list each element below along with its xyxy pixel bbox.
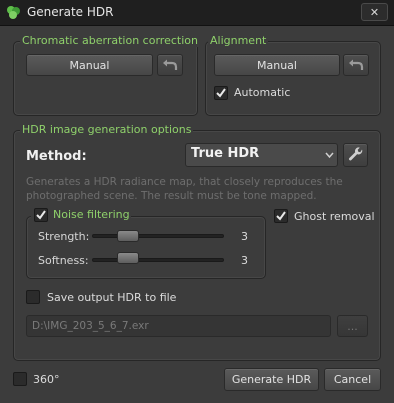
softness-slider-track[interactable] [92, 258, 224, 262]
method-settings-button[interactable] [343, 143, 368, 167]
softness-value: 3 [241, 254, 248, 267]
chromatic-undo-button[interactable] [157, 54, 183, 76]
automatic-label: Automatic [234, 86, 291, 99]
method-label: Method: [26, 149, 87, 164]
window-title: Generate HDR [27, 5, 114, 19]
check-icon [216, 88, 226, 98]
alignment-manual-button[interactable]: Manual [214, 54, 340, 76]
ghost-removal-checkbox[interactable] [274, 209, 288, 223]
softness-label: Softness: [38, 254, 89, 267]
cancel-label: Cancel [333, 373, 372, 386]
generate-hdr-label: Generate HDR [231, 373, 312, 386]
chromatic-manual-label: Manual [69, 58, 110, 72]
ghost-removal-label: Ghost removal [294, 210, 375, 223]
close-icon: ✕ [369, 5, 380, 19]
browse-button-label: ... [347, 319, 358, 333]
noise-filtering-checkbox[interactable] [34, 208, 48, 222]
method-select-value: True HDR [191, 146, 260, 161]
alignment-undo-button[interactable] [343, 54, 369, 76]
alignment-group [205, 41, 381, 116]
output-path-field[interactable]: D:\IMG_203_5_6_7.exr [26, 315, 331, 337]
chromatic-group-title: Chromatic aberration correction [20, 34, 200, 47]
alignment-manual-label: Manual [257, 58, 297, 72]
chromatic-group [13, 41, 198, 116]
save-output-label: Save output HDR to file [47, 291, 177, 304]
close-button[interactable]: ✕ [361, 3, 388, 21]
cancel-button[interactable]: Cancel [324, 368, 381, 391]
noise-filtering-title: Noise filtering [53, 208, 130, 221]
generate-hdr-button[interactable]: Generate HDR [224, 368, 319, 391]
save-output-checkbox[interactable] [26, 290, 40, 304]
browse-button[interactable]: ... [337, 315, 368, 337]
noise-filtering-group [26, 216, 266, 279]
strength-slider-handle[interactable] [117, 230, 139, 242]
hdr-options-title: HDR image generation options [20, 123, 194, 136]
undo-arrow-icon [349, 59, 364, 70]
strength-slider-track[interactable] [92, 234, 224, 238]
softness-slider-handle[interactable] [117, 252, 139, 264]
chevron-down-icon [325, 152, 334, 159]
360-label: 360° [33, 373, 60, 386]
360-checkbox[interactable] [13, 372, 27, 386]
wrench-icon [348, 147, 362, 161]
check-icon [36, 210, 46, 220]
method-description: Generates a HDR radiance map, that close… [26, 176, 343, 202]
method-select[interactable]: True HDR [185, 143, 338, 167]
strength-value: 3 [241, 230, 248, 243]
app-icon [6, 5, 21, 20]
undo-arrow-icon [163, 59, 178, 70]
chromatic-manual-button[interactable]: Manual [26, 54, 153, 76]
automatic-checkbox[interactable] [214, 86, 228, 100]
alignment-group-title: Alignment [208, 34, 269, 47]
strength-label: Strength: [38, 230, 90, 243]
check-icon [276, 211, 286, 221]
